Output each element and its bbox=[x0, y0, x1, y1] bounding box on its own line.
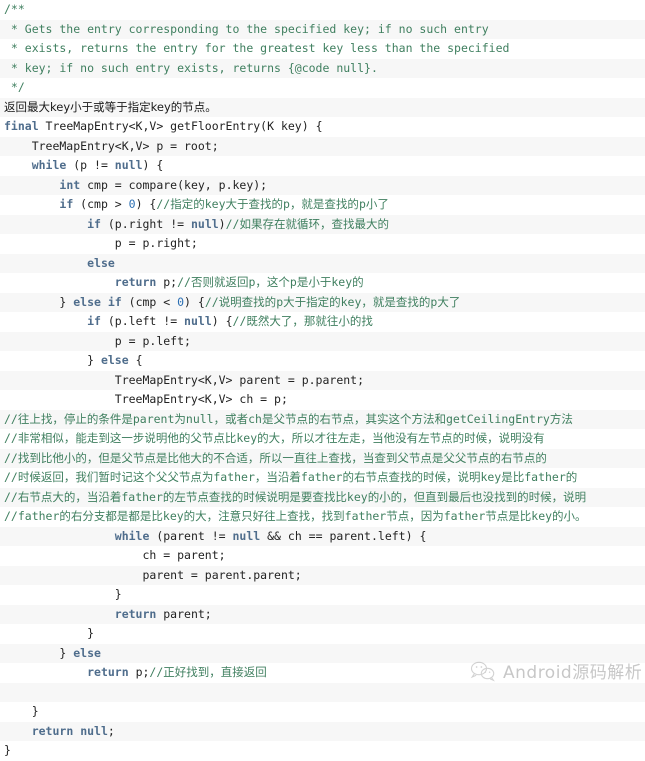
code-line: final TreeMapEntry<K,V> getFloorEntry(K … bbox=[0, 117, 645, 137]
code-line: //father的右分支都是都是比key的大，注意只好往上查找，找到father… bbox=[0, 507, 645, 527]
code-line: while (parent != null && ch == parent.le… bbox=[0, 526, 645, 546]
code-line: } bbox=[0, 741, 645, 761]
code-line: //找到比他小的，但是父节点是比他大的不合适，所以一直往上查找，当查到父节点是父… bbox=[0, 448, 645, 468]
code-line: * Gets the entry corresponding to the sp… bbox=[0, 19, 645, 39]
code-block: /** * Gets the entry corresponding to th… bbox=[0, 0, 645, 761]
code-line: TreeMapEntry<K,V> parent = p.parent; bbox=[0, 370, 645, 390]
code-line: } else { bbox=[0, 351, 645, 371]
code-line: //右节点大的，当沿着father的左节点查找的时候说明是要查找比key的小的，… bbox=[0, 487, 645, 507]
code-line: if (p.right != null)//如果存在就循环，查找最大的 bbox=[0, 214, 645, 234]
code-line: * key; if no such entry exists, returns … bbox=[0, 58, 645, 78]
code-line: * exists, returns the entry for the grea… bbox=[0, 39, 645, 59]
code-line: return p;//否则就返回p，这个p是小于key的 bbox=[0, 273, 645, 293]
code-line: p = p.right; bbox=[0, 234, 645, 254]
code-line: } else if (cmp < 0) {//说明查找的p大于指定的key，就是… bbox=[0, 292, 645, 312]
code-line: return p;//正好找到，直接返回 bbox=[0, 663, 645, 683]
code-line: TreeMapEntry<K,V> ch = p; bbox=[0, 390, 645, 410]
code-line: } else bbox=[0, 643, 645, 663]
code-line: } bbox=[0, 624, 645, 644]
code-line: } bbox=[0, 585, 645, 605]
code-line: int cmp = compare(key, p.key); bbox=[0, 175, 645, 195]
code-line: parent = parent.parent; bbox=[0, 565, 645, 585]
code-line: 返回最大key小于或等于指定key的节点。 bbox=[0, 97, 645, 117]
code-line: //非常相似，能走到这一步说明他的父节点比key的大，所以才往左走，当他没有左节… bbox=[0, 429, 645, 449]
code-line: /** bbox=[0, 0, 645, 20]
code-line: return null; bbox=[0, 721, 645, 741]
code-line: if (cmp > 0) {//指定的key大于查找的p，就是查找的p小了 bbox=[0, 195, 645, 215]
code-line: p = p.left; bbox=[0, 331, 645, 351]
code-line: } bbox=[0, 702, 645, 722]
code-line: return parent; bbox=[0, 604, 645, 624]
code-line: //往上找，停止的条件是parent为null，或者ch是父节点的右节点，其实这… bbox=[0, 409, 645, 429]
code-line: //时候返回，我们暂时记这个父父节点为father，当沿着father的右节点查… bbox=[0, 468, 645, 488]
code-line: TreeMapEntry<K,V> p = root; bbox=[0, 136, 645, 156]
code-line bbox=[0, 682, 645, 702]
code-line: if (p.left != null) {//既然大了，那就往小的找 bbox=[0, 312, 645, 332]
code-line: while (p != null) { bbox=[0, 156, 645, 176]
code-line: else bbox=[0, 253, 645, 273]
code-line: ch = parent; bbox=[0, 546, 645, 566]
code-line: */ bbox=[0, 78, 645, 98]
